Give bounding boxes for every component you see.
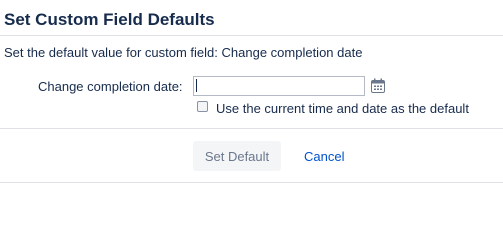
footer-divider xyxy=(0,182,503,183)
page-title: Set Custom Field Defaults xyxy=(4,10,215,29)
text-caret xyxy=(196,79,197,92)
use-current-time-checkbox[interactable] xyxy=(197,101,208,112)
cancel-link[interactable]: Cancel xyxy=(304,149,344,164)
date-field-label: Change completion date: xyxy=(38,79,183,94)
set-default-button[interactable]: Set Default xyxy=(193,141,281,171)
header-divider xyxy=(0,35,503,36)
description-text: Set the default value for custom field: … xyxy=(4,45,363,60)
form-divider xyxy=(0,128,503,129)
custom-field-defaults-page: Set Custom Field Defaults Set the defaul… xyxy=(0,0,503,202)
calendar-icon[interactable] xyxy=(371,78,385,93)
date-input[interactable] xyxy=(193,76,365,96)
use-current-time-label[interactable]: Use the current time and date as the def… xyxy=(216,101,469,116)
